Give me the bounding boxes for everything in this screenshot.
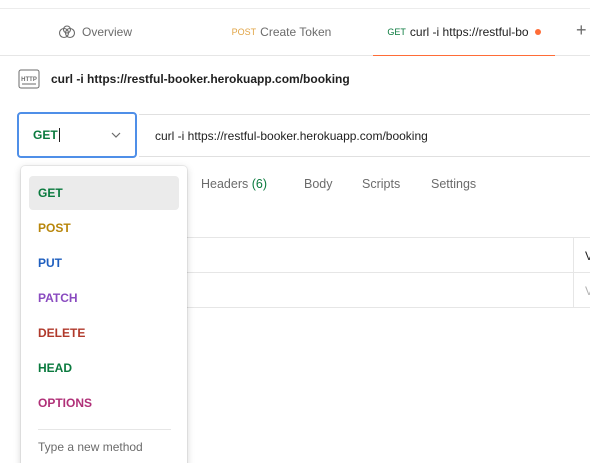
method-option-put[interactable]: PUT (29, 246, 179, 280)
overview-icon (58, 25, 76, 39)
method-dropdown-menu: GET POST PUT PATCH DELETE HEAD OPTIONS T… (21, 166, 187, 463)
selected-method: GET (33, 128, 58, 142)
tab-label: curl -i https://restful-bo (409, 25, 529, 39)
method-option-delete[interactable]: DELETE (29, 316, 179, 350)
divider (38, 429, 171, 430)
method-select[interactable]: GET (17, 112, 137, 158)
method-badge: GET (387, 27, 406, 37)
tab-curl-request[interactable]: GET curl -i https://restful-bo (373, 9, 555, 56)
http-icon: HTTP (17, 69, 41, 89)
table-cell-placeholder[interactable]: V (585, 284, 590, 298)
method-option-head[interactable]: HEAD (29, 351, 179, 385)
headers-label: Headers (201, 177, 249, 191)
tab-body[interactable]: Body (304, 177, 333, 191)
divider (187, 307, 590, 308)
method-badge: POST (231, 27, 257, 37)
method-option-get[interactable]: GET (29, 176, 179, 210)
tab-headers[interactable]: Headers (6) (201, 177, 267, 191)
method-option-post[interactable]: POST (29, 211, 179, 245)
tab-settings[interactable]: Settings (431, 177, 476, 191)
chevron-down-icon (111, 132, 121, 138)
tab-label: Create Token (260, 25, 332, 39)
text-caret (58, 128, 60, 142)
new-method-input[interactable]: Type a new method (38, 440, 143, 454)
table-header-cell: V (585, 249, 590, 263)
tab-label: Overview (81, 25, 132, 39)
url-value: curl -i https://restful-booker.herokuapp… (155, 128, 428, 143)
divider (187, 272, 590, 273)
tab-overview[interactable]: Overview (0, 9, 190, 55)
divider (187, 237, 590, 238)
method-option-options[interactable]: OPTIONS (29, 386, 179, 420)
svg-text:HTTP: HTTP (21, 77, 37, 83)
request-name[interactable]: curl -i https://restful-booker.herokuapp… (51, 72, 350, 86)
method-option-patch[interactable]: PATCH (29, 281, 179, 315)
divider (573, 237, 574, 307)
unsaved-dot-icon (534, 29, 541, 35)
tab-bar: Overview POST Create Token GET curl -i h… (0, 0, 590, 56)
url-input[interactable]: curl -i https://restful-booker.herokuapp… (139, 114, 590, 157)
new-tab-plus-icon[interactable]: + (576, 20, 587, 41)
tab-create-token[interactable]: POST Create Token (190, 9, 373, 55)
request-title: HTTP curl -i https://restful-booker.hero… (17, 67, 350, 91)
request-editor: Overview POST Create Token GET curl -i h… (0, 0, 590, 463)
tab-scripts[interactable]: Scripts (362, 177, 400, 191)
headers-count: (6) (251, 177, 268, 191)
